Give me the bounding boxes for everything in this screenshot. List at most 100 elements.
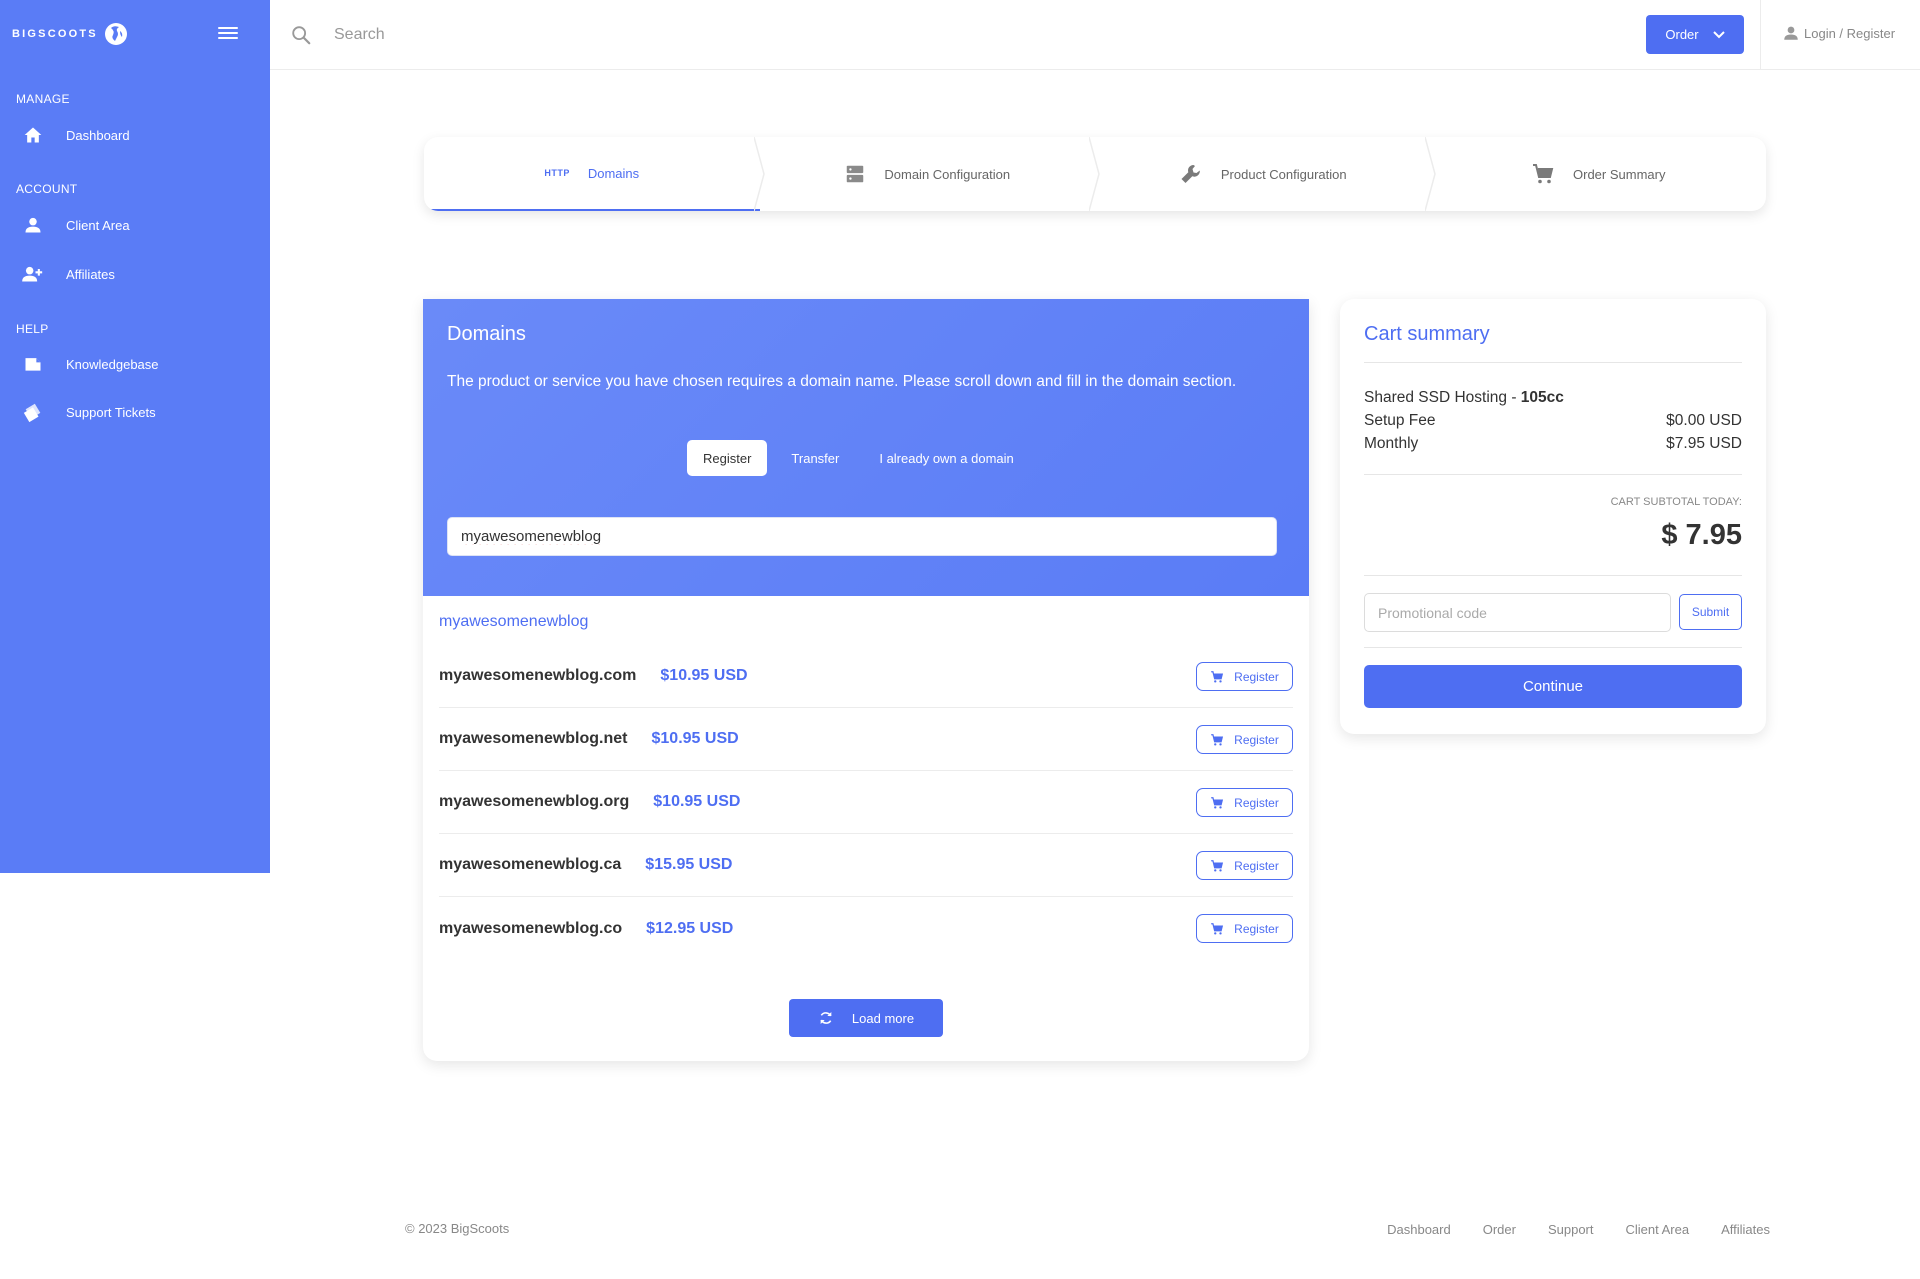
step-domain-configuration[interactable]: Domain Configuration: [760, 137, 1100, 211]
tickets-icon: [20, 399, 46, 425]
register-domain-button[interactable]: Register: [1196, 788, 1293, 817]
book-icon: [20, 351, 46, 377]
subtotal-label: CART SUBTOTAL TODAY:: [1610, 496, 1742, 508]
tab-register[interactable]: Register: [687, 440, 768, 476]
login-register-link[interactable]: Login / Register: [1782, 24, 1895, 42]
register-domain-button[interactable]: Register: [1196, 914, 1293, 943]
register-label: Register: [1234, 858, 1279, 873]
sidebar-item-affiliates[interactable]: Affiliates: [20, 256, 260, 292]
step-label: Order Summary: [1573, 166, 1666, 182]
monthly-line: Monthly $7.95 USD: [1364, 435, 1742, 453]
subtotal-value: $ 7.95: [1661, 519, 1742, 551]
login-label: Login / Register: [1804, 25, 1896, 41]
tab-own-domain[interactable]: I already own a domain: [863, 440, 1029, 476]
domain-search-input[interactable]: [447, 517, 1277, 556]
bigscoots-globe-logo: [104, 23, 127, 45]
search-input[interactable]: [334, 20, 934, 50]
sidebar-item-label: Knowledgebase: [66, 356, 159, 372]
wrench-icon: [1179, 162, 1203, 186]
domain-name: myawesomenewblog.ca: [439, 856, 622, 873]
footer-link-support[interactable]: Support: [1548, 1222, 1594, 1237]
setup-fee-line: Setup Fee $0.00 USD: [1364, 412, 1742, 430]
domain-name: myawesomenewblog.net: [439, 730, 628, 747]
sidebar-item-dashboard[interactable]: Dashboard: [20, 117, 260, 153]
product-plan: 105cc: [1520, 389, 1564, 406]
monthly-label: Monthly: [1364, 435, 1419, 452]
sidebar-item-support-tickets[interactable]: Support Tickets: [20, 394, 260, 430]
chevron-down-icon: [1712, 30, 1725, 38]
sidebar-section-manage: MANAGE: [16, 92, 70, 106]
domain-price: $10.95 USD: [653, 793, 741, 810]
domains-title: Domains: [447, 323, 526, 345]
register-domain-button[interactable]: Register: [1196, 725, 1293, 754]
step-label: Domains: [587, 165, 640, 181]
suggestions-title: myawesomenewblog: [439, 613, 589, 630]
menu-toggle-icon[interactable]: [216, 24, 240, 44]
load-more-button[interactable]: Load more: [789, 999, 943, 1037]
continue-button[interactable]: Continue: [1364, 665, 1742, 708]
divider: [1364, 647, 1742, 648]
domain-price: $10.95 USD: [660, 667, 748, 684]
http-icon: HTTP: [544, 168, 570, 178]
domain-option-tabs: Register Transfer I already own a domain: [687, 440, 1030, 476]
sidebar-item-label: Support Tickets: [66, 404, 156, 420]
footer-link-order[interactable]: Order: [1483, 1222, 1516, 1237]
cart-icon: [1211, 733, 1224, 746]
footer-links: Dashboard Order Support Client Area Affi…: [1387, 1222, 1770, 1237]
header-divider: [1760, 0, 1761, 70]
user-plus-icon: [20, 261, 46, 287]
domain-price: $10.95 USD: [651, 730, 739, 747]
cart-product: Shared SSD Hosting - 105cc: [1364, 389, 1564, 407]
register-label: Register: [1234, 732, 1279, 747]
register-domain-button[interactable]: Register: [1196, 662, 1293, 691]
step-product-configuration[interactable]: Product Configuration: [1095, 137, 1436, 211]
monthly-value: $7.95 USD: [1666, 435, 1742, 452]
step-label: Domain Configuration: [884, 166, 1011, 182]
domain-name: myawesomenewblog.org: [439, 793, 630, 810]
sidebar-item-client-area[interactable]: Client Area: [20, 207, 260, 243]
domain-result-row: myawesomenewblog.org $10.95 USD Register: [439, 771, 1293, 834]
divider: [1364, 474, 1742, 475]
register-label: Register: [1234, 669, 1279, 684]
register-label: Register: [1234, 921, 1279, 936]
domain-price: $15.95 USD: [645, 856, 733, 873]
order-label: Order: [1665, 27, 1699, 42]
domain-name: myawesomenewblog.co: [439, 919, 623, 937]
domains-description: The product or service you have chosen r…: [447, 373, 1237, 390]
footer-link-affiliates[interactable]: Affiliates: [1721, 1222, 1770, 1237]
domain-result-row: myawesomenewblog.net $10.95 USD Register: [439, 708, 1293, 771]
domain-result-row: myawesomenewblog.ca $15.95 USD Register: [439, 834, 1293, 897]
sidebar-item-label: Client Area: [66, 217, 130, 233]
domain-price: $12.95 USD: [646, 919, 734, 937]
home-icon: [20, 122, 46, 148]
promo-code-input[interactable]: [1364, 593, 1671, 632]
step-order-summary[interactable]: Order Summary: [1431, 137, 1767, 211]
cart-icon: [1211, 859, 1224, 872]
divider: [1364, 362, 1742, 363]
register-label: Register: [1234, 795, 1279, 810]
refresh-icon: [820, 1012, 832, 1024]
setup-fee-value: $0.00 USD: [1666, 412, 1742, 429]
footer-link-client-area[interactable]: Client Area: [1626, 1222, 1690, 1237]
search-icon[interactable]: [290, 24, 312, 46]
product-name: Shared SSD Hosting -: [1364, 389, 1521, 406]
register-domain-button[interactable]: Register: [1196, 851, 1293, 880]
footer-link-dashboard[interactable]: Dashboard: [1387, 1222, 1451, 1237]
domain-results-list: myawesomenewblog.com $10.95 USD Register…: [439, 645, 1293, 960]
step-domains[interactable]: HTTP Domains: [424, 137, 765, 211]
promo-submit-button[interactable]: Submit: [1679, 594, 1742, 630]
domain-name: myawesomenewblog.com: [439, 667, 637, 684]
tab-transfer[interactable]: Transfer: [775, 440, 855, 476]
cart-icon: [1211, 796, 1224, 809]
sidebar-item-knowledgebase[interactable]: Knowledgebase: [20, 346, 260, 382]
top-header: Order Login / Register: [270, 0, 1920, 70]
brand-name: BIGSCOOTS: [12, 28, 98, 40]
step-label: Product Configuration: [1220, 166, 1347, 182]
brand[interactable]: BIGSCOOTS: [12, 22, 128, 46]
cart-title: Cart summary: [1364, 323, 1490, 345]
order-dropdown-button[interactable]: Order: [1646, 15, 1744, 54]
domains-panel: Domains The product or service you have …: [423, 299, 1309, 1061]
server-icon: [844, 163, 866, 185]
domains-hero: Domains The product or service you have …: [423, 299, 1309, 596]
cart-icon: [1211, 922, 1224, 935]
